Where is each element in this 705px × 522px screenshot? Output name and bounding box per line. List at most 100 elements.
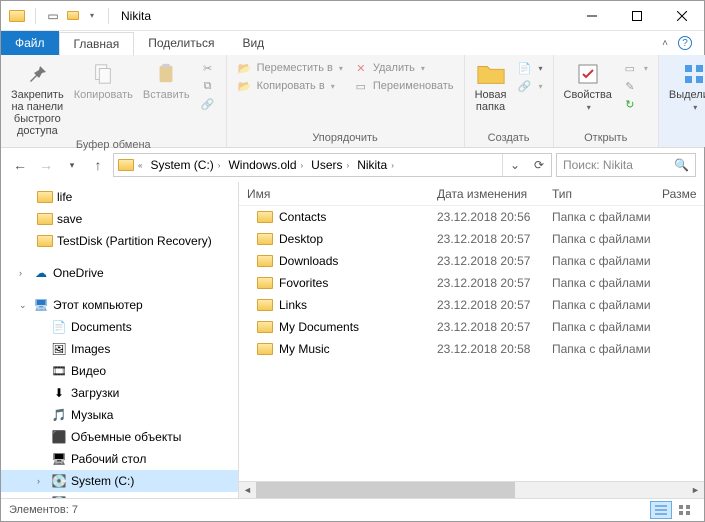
collapse-ribbon-icon[interactable]: ˄: [662, 38, 668, 49]
file-date: 23.12.2018 20:57: [429, 276, 544, 290]
cut-button[interactable]: ✂: [196, 59, 220, 77]
address-bar[interactable]: « System (C:)› Windows.old› Users› Nikit…: [113, 153, 552, 177]
tree-item[interactable]: life: [1, 186, 238, 208]
new-folder-icon[interactable]: [66, 9, 80, 23]
properties-button[interactable]: Свойства▾: [560, 59, 616, 114]
close-button[interactable]: [659, 1, 704, 30]
rename-icon: ▭: [353, 78, 369, 94]
expand-icon[interactable]: ›: [19, 268, 29, 278]
search-input[interactable]: Поиск: Nikita 🔍: [556, 153, 696, 177]
tree-item-thispc[interactable]: ⌄🖥Этот компьютер: [1, 294, 238, 316]
paste-shortcut-button[interactable]: 🔗: [196, 95, 220, 113]
delete-button[interactable]: ✕Удалить▾: [349, 59, 458, 77]
breadcrumb-segment[interactable]: Windows.old›: [224, 158, 307, 172]
copy-to-button[interactable]: 📂Копировать в▾: [233, 77, 347, 95]
maximize-button[interactable]: [614, 1, 659, 30]
details-view-button[interactable]: [650, 501, 672, 519]
tree-item[interactable]: TestDisk (Partition Recovery): [1, 230, 238, 252]
breadcrumb-root[interactable]: «: [114, 159, 146, 171]
recent-dropdown[interactable]: ▾: [61, 154, 83, 176]
list-item[interactable]: Desktop23.12.2018 20:57Папка с файлами: [239, 228, 704, 250]
delete-icon: ✕: [353, 60, 369, 76]
list-item[interactable]: My Documents23.12.2018 20:57Папка с файл…: [239, 316, 704, 338]
ribbon-group-new: Новая папка 📄▾ 🔗▾ Создать: [465, 55, 554, 147]
qat-dropdown-icon[interactable]: ▾: [86, 11, 98, 20]
easy-access-button[interactable]: 🔗▾: [513, 77, 547, 95]
history-button[interactable]: ↻: [618, 95, 652, 113]
tree-item[interactable]: ›💽System (C:): [1, 470, 238, 492]
ribbon: Закрепить на панели быстрого доступа Коп…: [1, 55, 704, 148]
copy-button[interactable]: Копировать: [70, 59, 137, 103]
tree-item[interactable]: ⬇Загрузки: [1, 382, 238, 404]
new-folder-button[interactable]: Новая папка: [471, 59, 511, 115]
group-label: Создать: [488, 132, 530, 146]
up-button[interactable]: ↑: [87, 154, 109, 176]
breadcrumb-segment[interactable]: System (C:)›: [146, 158, 224, 172]
tab-home[interactable]: Главная: [59, 32, 135, 56]
horizontal-scrollbar[interactable]: ◄ ►: [239, 481, 704, 498]
column-type[interactable]: Тип: [544, 187, 654, 201]
rename-button[interactable]: ▭Переименовать: [349, 77, 458, 95]
list-item[interactable]: My Music23.12.2018 20:58Папка с файлами: [239, 338, 704, 360]
tree-item[interactable]: 🎵Музыка: [1, 404, 238, 426]
help-icon[interactable]: ?: [678, 36, 692, 50]
ribbon-group-open: Свойства▾ ▭▾ ✎ ↻ Открыть: [554, 55, 659, 147]
tab-view[interactable]: Вид: [228, 31, 278, 55]
open-button[interactable]: ▭▾: [618, 59, 652, 77]
tab-share[interactable]: Поделиться: [134, 31, 228, 55]
tree-item[interactable]: save: [1, 208, 238, 230]
list-item[interactable]: Fovorites23.12.2018 20:57Папка с файлами: [239, 272, 704, 294]
tree-item[interactable]: 🖥Рабочий стол: [1, 448, 238, 470]
move-to-button[interactable]: 📂Переместить в▾: [233, 59, 347, 77]
scroll-left-icon[interactable]: ◄: [239, 485, 256, 495]
img-icon: 🖼: [51, 341, 67, 357]
tree-item[interactable]: 🖼Images: [1, 338, 238, 360]
onedrive-icon: ☁: [33, 265, 49, 281]
copy-path-button[interactable]: ⧉: [196, 77, 220, 95]
edit-button[interactable]: ✎: [618, 77, 652, 95]
vid-icon: 🎞: [51, 363, 67, 379]
navigation-tree[interactable]: life save TestDisk (Partition Recovery) …: [1, 182, 239, 498]
icons-view-button[interactable]: [674, 501, 696, 519]
refresh-icon[interactable]: ⟳: [527, 154, 551, 176]
scroll-thumb[interactable]: [256, 482, 515, 499]
forward-button[interactable]: →: [35, 154, 57, 176]
folder-icon: [257, 233, 273, 245]
file-type: Папка с файлами: [544, 320, 654, 334]
tree-item[interactable]: 🎞Видео: [1, 360, 238, 382]
list-item[interactable]: Links23.12.2018 20:57Папка с файлами: [239, 294, 704, 316]
select-button[interactable]: Выделить▾: [665, 59, 705, 114]
collapse-icon[interactable]: ⌄: [19, 300, 29, 311]
column-name[interactable]: Имя: [239, 187, 429, 201]
file-name: My Documents: [279, 320, 359, 334]
tree-item-onedrive[interactable]: ›☁OneDrive: [1, 262, 238, 284]
list-item[interactable]: Downloads23.12.2018 20:57Папка с файлами: [239, 250, 704, 272]
folder-icon: [37, 235, 53, 247]
ribbon-group-organize: 📂Переместить в▾ 📂Копировать в▾ ✕Удалить▾…: [227, 55, 465, 147]
list-item[interactable]: Contacts23.12.2018 20:56Папка с файлами: [239, 206, 704, 228]
quick-access-toolbar: ▭ ▾: [1, 8, 113, 24]
file-list-body[interactable]: Contacts23.12.2018 20:56Папка с файламиD…: [239, 206, 704, 481]
mus-icon: 🎵: [51, 407, 67, 423]
3d-icon: ⬛: [51, 429, 67, 445]
properties-icon[interactable]: ▭: [46, 9, 60, 23]
minimize-button[interactable]: [569, 1, 614, 30]
back-button[interactable]: ←: [9, 154, 31, 176]
tab-file[interactable]: Файл: [1, 31, 59, 55]
expand-icon[interactable]: ›: [37, 476, 47, 486]
tree-item[interactable]: 📄Documents: [1, 316, 238, 338]
tree-item[interactable]: ⬛Объемные объекты: [1, 426, 238, 448]
breadcrumb-segment[interactable]: Nikita›: [353, 158, 398, 172]
new-item-button[interactable]: 📄▾: [513, 59, 547, 77]
paste-button[interactable]: Вставить: [139, 59, 194, 103]
column-date[interactable]: Дата изменения: [429, 187, 544, 201]
scroll-right-icon[interactable]: ►: [687, 485, 704, 495]
paste-icon: [150, 61, 182, 87]
pin-button[interactable]: Закрепить на панели быстрого доступа: [7, 59, 68, 139]
new-folder-icon: [475, 61, 507, 87]
column-size[interactable]: Разме: [654, 187, 704, 201]
breadcrumb-segment[interactable]: Users›: [307, 158, 353, 172]
paste-shortcut-icon: 🔗: [200, 96, 216, 112]
address-dropdown-icon[interactable]: ⌄: [503, 154, 527, 176]
history-icon: ↻: [622, 96, 638, 112]
